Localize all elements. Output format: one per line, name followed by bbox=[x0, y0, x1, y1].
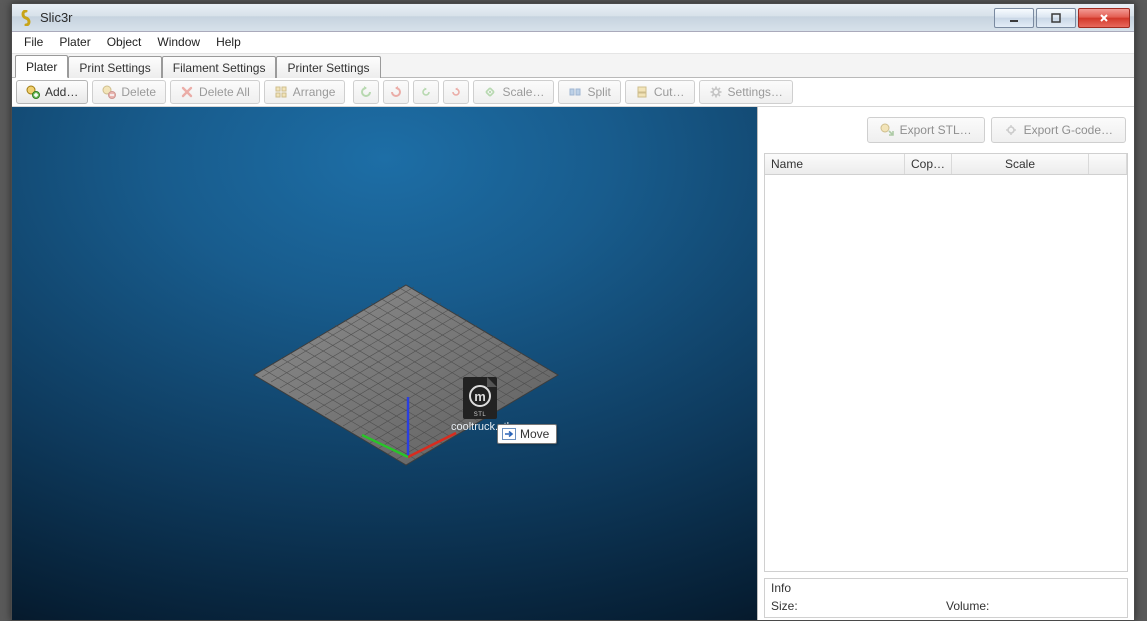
right-panel: Export STL… Export G-code… Name Cop… Sca… bbox=[758, 107, 1134, 620]
delete-button[interactable]: Delete bbox=[92, 80, 166, 104]
menu-plater[interactable]: Plater bbox=[51, 32, 98, 53]
object-list-header: Name Cop… Scale bbox=[764, 153, 1128, 174]
rotate-ccw-small-icon bbox=[419, 85, 433, 99]
rotate-cw-small-icon bbox=[449, 85, 463, 99]
delete-all-button[interactable]: Delete All bbox=[170, 80, 260, 104]
export-stl-button[interactable]: Export STL… bbox=[867, 117, 985, 143]
col-copies[interactable]: Cop… bbox=[905, 154, 952, 174]
cut-label: Cut… bbox=[654, 85, 685, 99]
tabstrip: Plater Print Settings Filament Settings … bbox=[12, 54, 1134, 78]
tab-filament[interactable]: Filament Settings bbox=[162, 56, 277, 78]
scale-label: Scale… bbox=[502, 85, 544, 99]
export-gcode-label: Export G-code… bbox=[1024, 123, 1113, 137]
object-list[interactable] bbox=[764, 174, 1128, 572]
rotate-ccw-big-icon bbox=[359, 85, 373, 99]
x-icon bbox=[180, 85, 194, 99]
minimize-button[interactable] bbox=[994, 8, 1034, 28]
window-controls bbox=[994, 8, 1130, 28]
app-window: Slic3r File Plater Object Window Help Pl… bbox=[11, 3, 1135, 621]
col-scale[interactable]: Scale bbox=[952, 154, 1089, 174]
add-button[interactable]: Add… bbox=[16, 80, 88, 104]
titlebar: Slic3r bbox=[12, 4, 1134, 32]
app-title: Slic3r bbox=[40, 10, 994, 25]
toolbar: Add… Delete Delete All Arrange bbox=[12, 78, 1134, 107]
info-size-label: Size: bbox=[771, 599, 946, 613]
menu-object[interactable]: Object bbox=[99, 32, 150, 53]
tab-printer[interactable]: Printer Settings bbox=[276, 56, 380, 78]
export-stl-icon bbox=[880, 123, 894, 137]
export-gcode-button[interactable]: Export G-code… bbox=[991, 117, 1126, 143]
viewport-3d[interactable]: m STL cooltruck.stl Move bbox=[12, 107, 758, 620]
menu-file[interactable]: File bbox=[16, 32, 51, 53]
arrange-button[interactable]: Arrange bbox=[264, 80, 346, 104]
rotate-cw-45-button[interactable] bbox=[383, 80, 409, 104]
menu-help[interactable]: Help bbox=[208, 32, 249, 53]
tab-print[interactable]: Print Settings bbox=[68, 56, 161, 78]
tab-plater[interactable]: Plater bbox=[15, 55, 68, 78]
menubar: File Plater Object Window Help bbox=[12, 32, 1134, 54]
export-stl-label: Export STL… bbox=[900, 123, 972, 137]
delete-label: Delete bbox=[121, 85, 156, 99]
col-spacer bbox=[1089, 154, 1127, 174]
maximize-button[interactable] bbox=[1036, 8, 1076, 28]
info-panel: Info Size: Volume: bbox=[764, 578, 1128, 618]
arrange-label: Arrange bbox=[293, 85, 336, 99]
rotate-ccw-45-button[interactable] bbox=[353, 80, 379, 104]
delete-all-label: Delete All bbox=[199, 85, 250, 99]
app-icon bbox=[18, 10, 34, 26]
scale-button[interactable]: Scale… bbox=[473, 80, 554, 104]
split-icon bbox=[568, 85, 582, 99]
delete-icon bbox=[102, 85, 116, 99]
cut-icon bbox=[635, 85, 649, 99]
drag-tooltip: Move bbox=[497, 424, 557, 444]
split-label: Split bbox=[587, 85, 610, 99]
col-name[interactable]: Name bbox=[765, 154, 905, 174]
rotate-cw-big-icon bbox=[389, 85, 403, 99]
info-volume-label: Volume: bbox=[946, 599, 1121, 613]
settings-label: Settings… bbox=[728, 85, 783, 99]
cut-button[interactable]: Cut… bbox=[625, 80, 695, 104]
settings-button[interactable]: Settings… bbox=[699, 80, 793, 104]
main-area: m STL cooltruck.stl Move Export STL… Exp… bbox=[12, 107, 1134, 620]
export-gcode-icon bbox=[1004, 123, 1018, 137]
rotate-cw-button[interactable] bbox=[443, 80, 469, 104]
close-button[interactable] bbox=[1078, 8, 1130, 28]
split-button[interactable]: Split bbox=[558, 80, 620, 104]
add-icon bbox=[26, 85, 40, 99]
add-label: Add… bbox=[45, 85, 78, 99]
scale-icon bbox=[483, 85, 497, 99]
menu-window[interactable]: Window bbox=[149, 32, 208, 53]
arrange-icon bbox=[274, 85, 288, 99]
rotate-ccw-button[interactable] bbox=[413, 80, 439, 104]
info-header: Info bbox=[771, 581, 1121, 595]
gear-icon bbox=[709, 85, 723, 99]
move-arrow-icon bbox=[502, 428, 516, 440]
